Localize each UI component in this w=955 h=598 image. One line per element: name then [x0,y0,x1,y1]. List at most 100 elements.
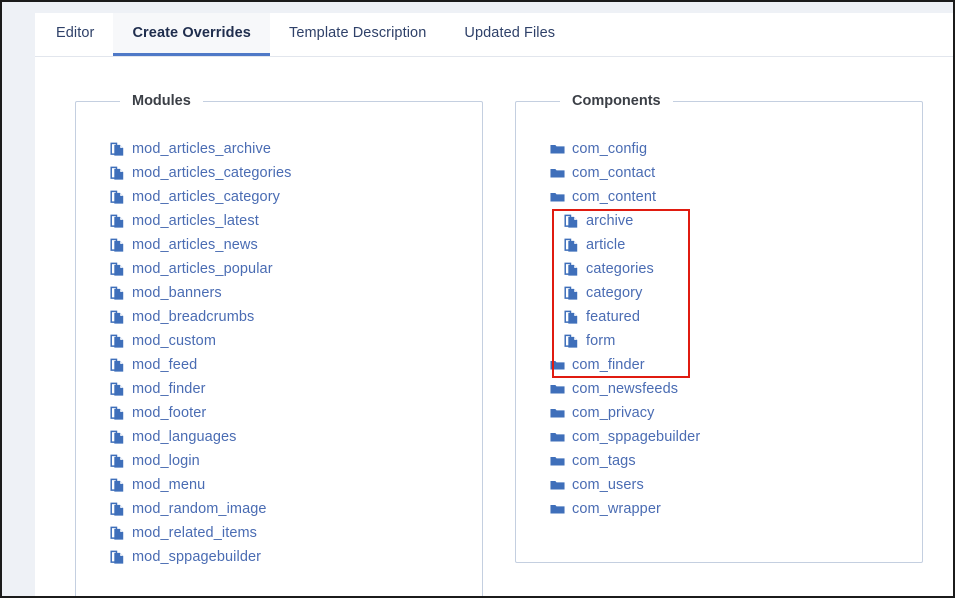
list-item: com_sppagebuilder [516,425,922,449]
file-label: mod_related_items [132,524,258,541]
tab-create-overrides[interactable]: Create Overrides [113,13,270,56]
list-item: mod_sppagebuilder [76,545,482,569]
module-link-mod_articles_category[interactable]: mod_articles_category [76,185,482,209]
copy-icon [110,406,125,421]
list-item: mod_banners [76,281,482,305]
copy-icon [110,166,125,181]
list-item: article [516,233,922,257]
module-link-mod_random_image[interactable]: mod_random_image [76,497,482,521]
component-link-com_wrapper[interactable]: com_wrapper [516,497,922,521]
module-link-mod_articles_archive[interactable]: mod_articles_archive [76,137,482,161]
component-link-com_config[interactable]: com_config [516,137,922,161]
list-item: mod_articles_category [76,185,482,209]
copy-icon [110,286,125,301]
component-link-com_finder[interactable]: com_finder [516,353,922,377]
module-link-mod_articles_categories[interactable]: mod_articles_categories [76,161,482,185]
list-item: com_users [516,473,922,497]
file-label: mod_banners [132,284,222,301]
module-link-mod_custom[interactable]: mod_custom [76,329,482,353]
file-label: mod_breadcrumbs [132,308,255,325]
file-label: com_sppagebuilder [572,428,701,445]
folder-icon [550,454,565,469]
tab-template-description[interactable]: Template Description [270,13,445,56]
file-label: mod_login [132,452,200,469]
list-item: mod_articles_archive [76,137,482,161]
list-item: mod_articles_latest [76,209,482,233]
module-link-mod_menu[interactable]: mod_menu [76,473,482,497]
folder-icon [550,190,565,205]
file-label: mod_sppagebuilder [132,548,262,565]
file-label: mod_menu [132,476,206,493]
module-link-mod_finder[interactable]: mod_finder [76,377,482,401]
module-link-mod_breadcrumbs[interactable]: mod_breadcrumbs [76,305,482,329]
module-link-mod_articles_popular[interactable]: mod_articles_popular [76,257,482,281]
list-item: com_wrapper [516,497,922,521]
file-label: archive [586,212,634,229]
module-link-mod_banners[interactable]: mod_banners [76,281,482,305]
list-item: mod_custom [76,329,482,353]
module-link-mod_articles_latest[interactable]: mod_articles_latest [76,209,482,233]
list-item: form [516,329,922,353]
module-link-mod_sppagebuilder[interactable]: mod_sppagebuilder [76,545,482,569]
components-panel-legend: Components [572,93,661,109]
component-link-com_tags[interactable]: com_tags [516,449,922,473]
tab-editor[interactable]: Editor [37,13,113,56]
module-link-mod_footer[interactable]: mod_footer [76,401,482,425]
component-link-form[interactable]: form [516,329,922,353]
folder-icon [550,502,565,517]
list-item: featured [516,305,922,329]
tab-updated-files[interactable]: Updated Files [445,13,574,56]
copy-icon [110,526,125,541]
file-label: categories [586,260,654,277]
copy-icon [110,214,125,229]
components-panel: Components com_config com_contact com_cont… [515,93,923,563]
file-label: com_newsfeeds [572,380,679,397]
copy-icon [110,334,125,349]
list-item: mod_articles_categories [76,161,482,185]
modules-panel: Modules mod_articles_archive mod_articles… [75,93,483,596]
copy-icon [110,190,125,205]
copy-icon [110,142,125,157]
module-link-mod_articles_news[interactable]: mod_articles_news [76,233,482,257]
folder-icon [550,478,565,493]
file-label: mod_languages [132,428,237,445]
copy-icon [110,454,125,469]
copy-icon [110,430,125,445]
module-link-mod_related_items[interactable]: mod_related_items [76,521,482,545]
modules-file-list: mod_articles_archive mod_articles_categor… [76,109,482,569]
list-item: mod_breadcrumbs [76,305,482,329]
module-link-mod_feed[interactable]: mod_feed [76,353,482,377]
module-link-mod_login[interactable]: mod_login [76,449,482,473]
modules-panel-legend: Modules [132,93,191,109]
component-link-article[interactable]: article [516,233,922,257]
copy-icon [110,262,125,277]
list-item: mod_login [76,449,482,473]
list-item: categories [516,257,922,281]
component-link-com_privacy[interactable]: com_privacy [516,401,922,425]
component-link-com_contact[interactable]: com_contact [516,161,922,185]
copy-icon [564,310,579,325]
copy-icon [564,214,579,229]
component-link-category[interactable]: category [516,281,922,305]
component-link-categories[interactable]: categories [516,257,922,281]
file-label: com_finder [572,356,645,373]
copy-icon [110,238,125,253]
file-label: mod_footer [132,404,207,421]
component-link-com_users[interactable]: com_users [516,473,922,497]
component-link-archive[interactable]: archive [516,209,922,233]
list-item: mod_finder [76,377,482,401]
component-link-featured[interactable]: featured [516,305,922,329]
list-item: com_content [516,185,922,209]
list-item: com_tags [516,449,922,473]
list-item: category [516,281,922,305]
module-link-mod_languages[interactable]: mod_languages [76,425,482,449]
file-label: mod_articles_news [132,236,258,253]
file-label: mod_articles_popular [132,260,273,277]
component-link-com_sppagebuilder[interactable]: com_sppagebuilder [516,425,922,449]
file-label: com_tags [572,452,636,469]
copy-icon [110,550,125,565]
copy-icon [110,310,125,325]
component-link-com_content[interactable]: com_content [516,185,922,209]
component-link-com_newsfeeds[interactable]: com_newsfeeds [516,377,922,401]
override-panels: Modules mod_articles_archive mod_articles… [35,57,953,596]
